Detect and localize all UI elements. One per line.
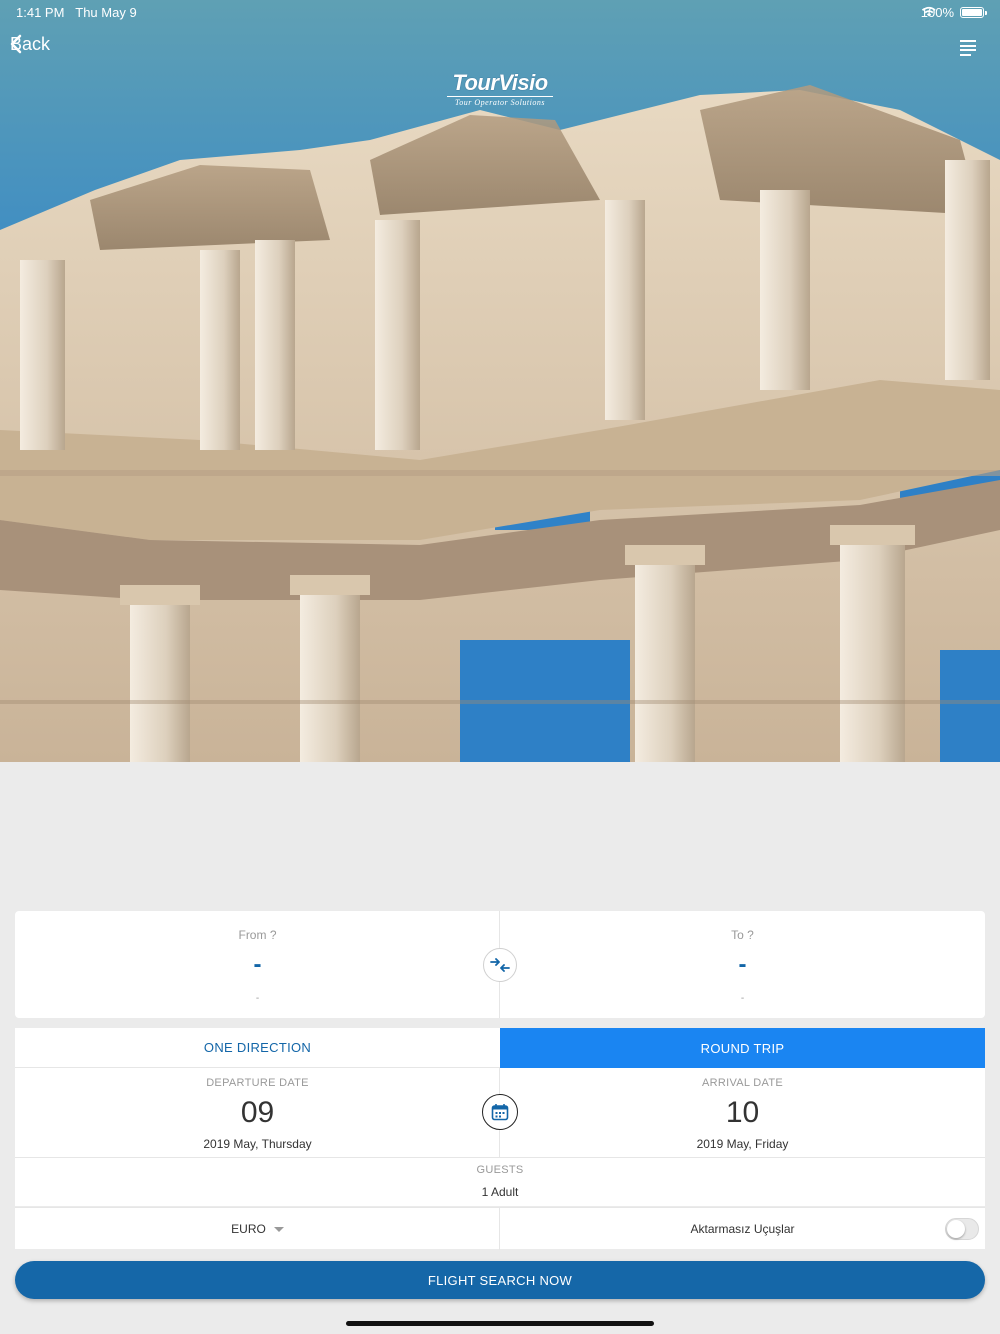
from-code: - (253, 951, 262, 978)
flight-search-button[interactable]: FLIGHT SEARCH NOW (15, 1261, 985, 1299)
to-code: - (738, 951, 747, 978)
departure-label: DEPARTURE DATE (206, 1077, 309, 1089)
status-time: 1:41 PM Thu May 9 (16, 5, 137, 20)
trip-type-tabs: ONE DIRECTION ROUND TRIP (15, 1028, 985, 1068)
back-button[interactable]: Back (10, 34, 50, 55)
home-indicator (346, 1321, 654, 1326)
menu-icon[interactable] (960, 40, 976, 58)
to-field[interactable]: To ? - - (500, 911, 985, 1018)
tourvisio-logo: TourVisio Tour Operator Solutions (443, 70, 557, 107)
library-ruins-illustration (0, 85, 1000, 762)
guests-label: GUESTS (476, 1164, 524, 1176)
to-sub: - (740, 993, 745, 1004)
departure-day: 09 (240, 1096, 275, 1129)
status-bar: 1:41 PM Thu May 9 100% (0, 0, 1000, 24)
to-label: To ? (731, 928, 754, 942)
battery-icon (960, 7, 987, 18)
swap-icon (490, 958, 510, 972)
hero-image: 1:41 PM Thu May 9 100% Back TourVisio To… (0, 0, 1000, 762)
calendar-icon (491, 1104, 509, 1121)
dates-section: DEPARTURE DATE 09 2019 May, Thursday ARR… (15, 1068, 985, 1157)
logo-brand: TourVisio (452, 70, 548, 95)
arrival-label: ARRIVAL DATE (701, 1077, 784, 1089)
nonstop-option: Aktarmasız Uçuşlar (500, 1208, 985, 1250)
guests-field[interactable]: GUESTS 1 Adult (15, 1157, 985, 1206)
departure-sub: 2019 May, Thursday (203, 1137, 312, 1151)
tab-round-trip[interactable]: ROUND TRIP (500, 1028, 985, 1068)
from-sub: - (255, 993, 260, 1004)
arrival-sub: 2019 May, Friday (696, 1137, 789, 1151)
nonstop-label: Aktarmasız Uçuşlar (690, 1222, 795, 1236)
route-card: From ? - - To ? - - (15, 911, 985, 1018)
wifi-icon (922, 6, 936, 17)
calendar-button[interactable] (482, 1094, 518, 1130)
guests-value: 1 Adult (481, 1185, 519, 1199)
chevron-left-icon (10, 34, 22, 54)
logo-tagline: Tour Operator Solutions (455, 98, 545, 107)
tab-one-direction[interactable]: ONE DIRECTION (15, 1028, 500, 1068)
currency-value: EURO (231, 1222, 266, 1236)
swap-button[interactable] (483, 948, 517, 982)
options-row: EURO Aktarmasız Uçuşlar (15, 1207, 985, 1250)
from-field[interactable]: From ? - - (15, 911, 500, 1018)
chevron-down-icon (273, 1226, 284, 1232)
arrival-date-field[interactable]: ARRIVAL DATE 10 2019 May, Friday (500, 1068, 985, 1157)
arrival-day: 10 (725, 1096, 760, 1129)
departure-date-field[interactable]: DEPARTURE DATE 09 2019 May, Thursday (15, 1068, 500, 1157)
currency-select[interactable]: EURO (15, 1208, 500, 1250)
nonstop-toggle[interactable] (945, 1218, 979, 1240)
from-label: From ? (238, 928, 277, 942)
